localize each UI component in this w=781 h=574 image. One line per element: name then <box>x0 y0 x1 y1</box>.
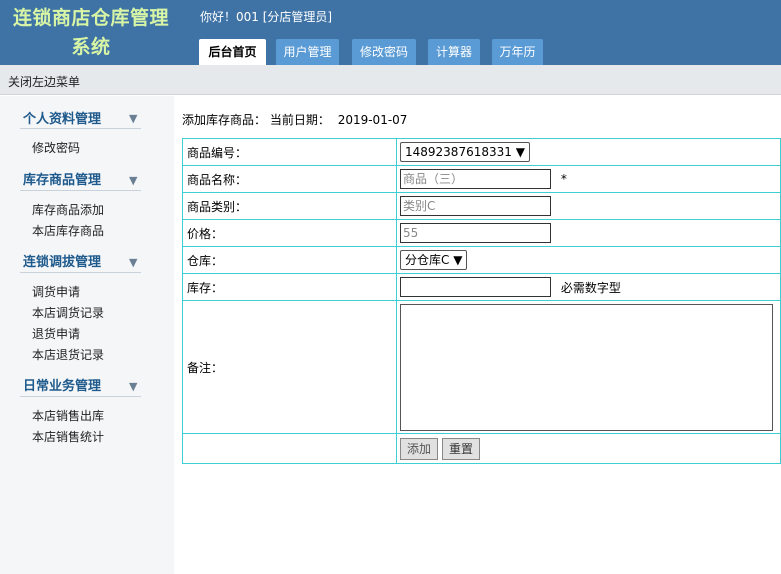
app-title: 连锁商店仓库管理 系统 <box>0 4 182 62</box>
divider <box>20 396 141 397</box>
stock-cell: 必需数字型 <box>396 273 781 301</box>
name-label: 商品名称： <box>182 165 397 193</box>
sidebar-group-personal[interactable]: 个人资料管理 <box>23 108 101 127</box>
page-title: 添加库存商品： <box>182 113 267 127</box>
chevron-down-icon[interactable]: ▼ <box>129 380 137 393</box>
code-cell: 14892387618331 ▼ <box>396 138 781 166</box>
sidebar-item-transfer-request[interactable]: 调货申请 <box>32 283 80 300</box>
stock-input[interactable] <box>400 277 551 297</box>
app-title-line1: 连锁商店仓库管理 <box>12 7 169 29</box>
sidebar-item-return-request[interactable]: 退货申请 <box>32 325 80 342</box>
tab-home[interactable]: 后台首页 <box>199 39 266 65</box>
close-left-menu-link[interactable]: 关闭左边菜单 <box>8 73 80 90</box>
stock-hint: 必需数字型 <box>560 280 621 295</box>
product-name-input[interactable]: 商品（三） <box>400 169 551 189</box>
user-greeting: 你好！001 [分店管理员] <box>200 10 333 24</box>
divider <box>20 128 141 129</box>
warehouse-value: 分仓库C <box>405 253 450 267</box>
sidebar-item-sales-out[interactable]: 本店销售出库 <box>32 407 104 424</box>
category-cell: 类别C <box>396 192 781 220</box>
select-arrow-icon: ▼ <box>453 253 463 267</box>
add-stock-form: 商品编号： 14892387618331 ▼ 商品名称： 商品（三） * 商品类… <box>182 138 781 464</box>
tab-calculator[interactable]: 计算器 <box>428 39 480 65</box>
select-arrow-icon: ▼ <box>515 145 525 159</box>
tab-user-management[interactable]: 用户管理 <box>276 39 339 65</box>
add-button[interactable]: 添加 <box>400 437 439 460</box>
required-mark: * <box>560 172 567 186</box>
sidebar-item-store-stock[interactable]: 本店库存商品 <box>32 222 104 239</box>
sidebar: 个人资料管理 ▼ 修改密码 库存商品管理 ▼ 库存商品添加 本店库存商品 连锁调… <box>0 96 174 574</box>
price-cell: 55 <box>396 219 781 247</box>
divider <box>20 190 141 191</box>
product-code-select[interactable]: 14892387618331 ▼ <box>400 142 530 162</box>
code-label: 商品编号： <box>182 138 397 166</box>
sidebar-group-daily[interactable]: 日常业务管理 <box>23 375 101 394</box>
product-code-value: 14892387618331 <box>405 145 512 159</box>
chevron-down-icon[interactable]: ▼ <box>129 112 137 125</box>
product-category-input[interactable]: 类别C <box>400 196 551 216</box>
category-label: 商品类别： <box>182 192 397 220</box>
sidebar-item-transfer-records[interactable]: 本店调货记录 <box>32 304 104 321</box>
current-date: 2019-01-07 <box>337 113 408 127</box>
sidebar-group-transfer[interactable]: 连锁调拔管理 <box>23 251 101 270</box>
warehouse-cell: 分仓库C ▼ <box>396 246 781 274</box>
date-label: 当前日期： <box>269 113 330 127</box>
remark-label: 备注： <box>182 300 397 434</box>
top-header: 连锁商店仓库管理 系统 你好！001 [分店管理员] 后台首页 用户管理 修改密… <box>0 0 781 65</box>
page-heading: 添加库存商品： 当前日期： 2019-01-07 <box>182 111 407 128</box>
sidebar-group-inventory[interactable]: 库存商品管理 <box>23 169 101 188</box>
tab-change-password[interactable]: 修改密码 <box>352 39 416 65</box>
warehouse-label: 仓库： <box>182 246 397 274</box>
app-title-line2: 系统 <box>71 36 111 58</box>
sidebar-item-add-stock[interactable]: 库存商品添加 <box>32 201 104 218</box>
price-input[interactable]: 55 <box>400 223 551 243</box>
name-cell: 商品（三） * <box>396 165 781 193</box>
reset-button[interactable]: 重置 <box>442 437 481 460</box>
buttons-cell: 添加 重置 <box>396 433 781 464</box>
sidebar-item-return-records[interactable]: 本店退货记录 <box>32 346 104 363</box>
remark-textarea[interactable] <box>400 303 773 431</box>
sidebar-item-change-password[interactable]: 修改密码 <box>32 139 80 156</box>
price-label: 价格： <box>182 219 397 247</box>
sidebar-item-sales-stats[interactable]: 本店销售统计 <box>32 428 104 445</box>
chevron-down-icon[interactable]: ▼ <box>129 256 137 269</box>
remark-cell <box>396 300 781 434</box>
stock-label: 库存： <box>182 273 397 301</box>
tab-calendar[interactable]: 万年历 <box>492 39 543 65</box>
divider <box>20 272 141 273</box>
chevron-down-icon[interactable]: ▼ <box>129 174 137 187</box>
empty-cell <box>182 433 397 464</box>
warehouse-select[interactable]: 分仓库C ▼ <box>400 250 468 270</box>
menu-toggle-bar: 关闭左边菜单 <box>0 65 781 95</box>
